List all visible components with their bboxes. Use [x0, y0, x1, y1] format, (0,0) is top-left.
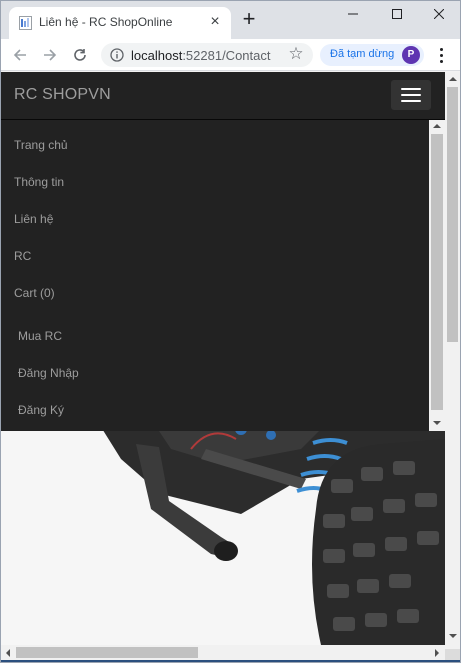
rc-truck-image — [1, 419, 445, 645]
page-favicon-icon — [19, 16, 32, 30]
page-horizontal-scrollbar-thumb[interactable] — [16, 647, 198, 658]
tab-close-icon[interactable]: × — [207, 13, 223, 31]
nav-link-login[interactable]: Đăng Nhập — [18, 366, 79, 380]
nav-link-home[interactable]: Trang chủ — [14, 138, 68, 152]
hamburger-icon — [401, 100, 421, 102]
tab-title: Liên hệ - RC ShopOnline — [39, 15, 173, 29]
menu-scrollbar[interactable] — [429, 120, 445, 431]
new-tab-button[interactable]: + — [239, 8, 259, 31]
dot-icon — [439, 47, 443, 51]
nav-link-rc[interactable]: RC — [14, 249, 31, 263]
navbar-menu: Trang chủ Thông tin Liên hệ RC Cart (0) … — [1, 120, 429, 431]
info-icon[interactable] — [110, 48, 124, 62]
browser-toolbar: localhost:52281/Contact ☆ Đã tạm dừng P — [1, 39, 460, 71]
scroll-up-arrow-icon[interactable] — [449, 77, 457, 81]
scroll-left-arrow-icon[interactable] — [6, 649, 10, 657]
nav-link-register[interactable]: Đăng Ký — [18, 403, 64, 417]
minimize-icon — [348, 13, 358, 15]
arrow-right-icon — [44, 49, 57, 61]
bookmark-star-icon[interactable]: ☆ — [287, 44, 305, 64]
minimize-button[interactable] — [331, 1, 375, 27]
scroll-up-arrow-icon[interactable] — [433, 124, 441, 128]
address-bar[interactable]: localhost:52281/Contact — [101, 43, 313, 67]
hamburger-icon — [401, 88, 421, 90]
url-text: localhost:52281/Contact — [131, 48, 271, 63]
forward-button[interactable] — [39, 44, 61, 66]
site-brand-link[interactable]: RC SHOPVN — [14, 86, 111, 104]
browser-tab[interactable]: Liên hệ - RC ShopOnline × — [9, 7, 231, 39]
scroll-down-arrow-icon[interactable] — [433, 421, 441, 425]
nav-link-contact[interactable]: Liên hệ — [14, 212, 53, 226]
url-path: :52281/Contact — [182, 48, 271, 63]
nav-link-cart[interactable]: Cart (0) — [14, 286, 55, 300]
close-window-button[interactable] — [417, 1, 460, 27]
maximize-button[interactable] — [375, 1, 419, 27]
back-button[interactable] — [9, 44, 31, 66]
reload-button[interactable] — [69, 44, 91, 66]
url-host: localhost — [131, 48, 183, 63]
nav-link-buy-rc[interactable]: Mua RC — [18, 329, 62, 343]
dot-icon — [439, 59, 443, 63]
maximize-icon — [392, 9, 402, 19]
profile-avatar: P — [402, 46, 420, 64]
sync-paused-label: Đã tạm dừng — [330, 48, 395, 60]
browser-menu-button[interactable] — [433, 45, 449, 65]
browser-window: Liên hệ - RC ShopOnline × + localhost:52… — [0, 0, 461, 663]
close-icon — [434, 9, 444, 19]
reload-icon — [74, 49, 86, 61]
menu-scrollbar-thumb[interactable] — [431, 134, 443, 410]
arrow-left-icon — [13, 49, 26, 61]
nav-link-about[interactable]: Thông tin — [14, 175, 64, 189]
page-vertical-scrollbar-thumb[interactable] — [447, 87, 458, 342]
scroll-right-arrow-icon[interactable] — [435, 649, 439, 657]
site-navbar: RC SHOPVN Trang chủ Thông tin Liên hệ RC… — [1, 72, 445, 431]
scroll-down-arrow-icon[interactable] — [449, 634, 457, 638]
navbar-toggle-button[interactable] — [391, 80, 431, 110]
hamburger-icon — [401, 94, 421, 96]
page-viewport: RC SHOPVN Trang chủ Thông tin Liên hệ RC… — [1, 72, 460, 662]
dot-icon — [439, 53, 443, 57]
tab-strip: Liên hệ - RC ShopOnline × + — [1, 1, 460, 39]
page-horizontal-scrollbar[interactable] — [1, 645, 445, 660]
page-vertical-scrollbar[interactable] — [445, 72, 460, 649]
hero-image-rc-truck — [1, 419, 445, 645]
sync-paused-chip[interactable]: Đã tạm dừng P — [320, 44, 424, 66]
